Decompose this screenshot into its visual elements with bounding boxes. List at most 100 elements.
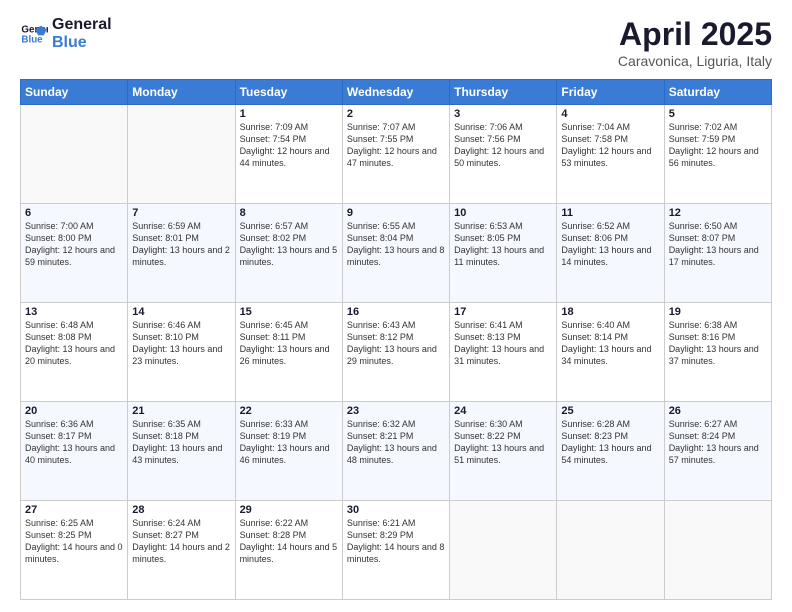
day-info-line: Sunrise: 6:35 AM bbox=[132, 418, 230, 430]
day-info-line: Daylight: 13 hours and 46 minutes. bbox=[240, 442, 338, 466]
day-info-line: Sunset: 8:14 PM bbox=[561, 331, 659, 343]
calendar-cell: 27Sunrise: 6:25 AMSunset: 8:25 PMDayligh… bbox=[21, 501, 128, 600]
day-number: 24 bbox=[454, 405, 552, 417]
day-info-line: Daylight: 13 hours and 5 minutes. bbox=[240, 244, 338, 268]
day-info-line: Sunset: 7:58 PM bbox=[561, 133, 659, 145]
day-info-line: Sunrise: 7:00 AM bbox=[25, 220, 123, 232]
day-info-line: Daylight: 12 hours and 50 minutes. bbox=[454, 145, 552, 169]
calendar-cell: 4Sunrise: 7:04 AMSunset: 7:58 PMDaylight… bbox=[557, 105, 664, 204]
day-info-line: Sunset: 8:05 PM bbox=[454, 232, 552, 244]
day-info-line: Sunset: 8:17 PM bbox=[25, 430, 123, 442]
calendar-cell: 29Sunrise: 6:22 AMSunset: 8:28 PMDayligh… bbox=[235, 501, 342, 600]
calendar-cell: 12Sunrise: 6:50 AMSunset: 8:07 PMDayligh… bbox=[664, 204, 771, 303]
day-info-line: Sunrise: 6:22 AM bbox=[240, 517, 338, 529]
calendar-header-saturday: Saturday bbox=[664, 80, 771, 105]
day-info-line: Sunset: 8:25 PM bbox=[25, 529, 123, 541]
calendar-cell bbox=[557, 501, 664, 600]
calendar-title: April 2025 bbox=[618, 16, 772, 53]
day-number: 16 bbox=[347, 306, 445, 318]
calendar-cell bbox=[450, 501, 557, 600]
calendar-cell: 23Sunrise: 6:32 AMSunset: 8:21 PMDayligh… bbox=[342, 402, 449, 501]
calendar-cell: 7Sunrise: 6:59 AMSunset: 8:01 PMDaylight… bbox=[128, 204, 235, 303]
day-info-line: Sunset: 8:23 PM bbox=[561, 430, 659, 442]
calendar-header-friday: Friday bbox=[557, 80, 664, 105]
day-info-line: Sunset: 7:55 PM bbox=[347, 133, 445, 145]
calendar-cell: 18Sunrise: 6:40 AMSunset: 8:14 PMDayligh… bbox=[557, 303, 664, 402]
calendar-header-row: SundayMondayTuesdayWednesdayThursdayFrid… bbox=[21, 80, 772, 105]
calendar-cell: 24Sunrise: 6:30 AMSunset: 8:22 PMDayligh… bbox=[450, 402, 557, 501]
day-info-line: Sunrise: 6:24 AM bbox=[132, 517, 230, 529]
page: General Blue General Blue April 2025 Car… bbox=[0, 0, 792, 612]
day-info-line: Daylight: 12 hours and 44 minutes. bbox=[240, 145, 338, 169]
calendar-cell: 10Sunrise: 6:53 AMSunset: 8:05 PMDayligh… bbox=[450, 204, 557, 303]
day-info-line: Daylight: 13 hours and 29 minutes. bbox=[347, 343, 445, 367]
day-info-line: Sunrise: 6:46 AM bbox=[132, 319, 230, 331]
day-info-line: Sunset: 8:27 PM bbox=[132, 529, 230, 541]
calendar-cell: 9Sunrise: 6:55 AMSunset: 8:04 PMDaylight… bbox=[342, 204, 449, 303]
day-info-line: Sunrise: 7:09 AM bbox=[240, 121, 338, 133]
calendar-cell: 19Sunrise: 6:38 AMSunset: 8:16 PMDayligh… bbox=[664, 303, 771, 402]
calendar-cell: 3Sunrise: 7:06 AMSunset: 7:56 PMDaylight… bbox=[450, 105, 557, 204]
day-info-line: Sunset: 8:08 PM bbox=[25, 331, 123, 343]
calendar-cell: 14Sunrise: 6:46 AMSunset: 8:10 PMDayligh… bbox=[128, 303, 235, 402]
day-info-line: Daylight: 12 hours and 53 minutes. bbox=[561, 145, 659, 169]
day-number: 3 bbox=[454, 108, 552, 120]
day-info-line: Sunrise: 7:02 AM bbox=[669, 121, 767, 133]
day-number: 11 bbox=[561, 207, 659, 219]
day-info-line: Sunset: 8:11 PM bbox=[240, 331, 338, 343]
day-info-line: Sunset: 8:12 PM bbox=[347, 331, 445, 343]
day-info-line: Sunset: 8:22 PM bbox=[454, 430, 552, 442]
title-block: April 2025 Caravonica, Liguria, Italy bbox=[618, 16, 772, 69]
day-info-line: Daylight: 13 hours and 11 minutes. bbox=[454, 244, 552, 268]
day-info-line: Sunset: 8:18 PM bbox=[132, 430, 230, 442]
day-info-line: Daylight: 14 hours and 8 minutes. bbox=[347, 541, 445, 565]
day-info-line: Daylight: 13 hours and 54 minutes. bbox=[561, 442, 659, 466]
calendar-cell: 1Sunrise: 7:09 AMSunset: 7:54 PMDaylight… bbox=[235, 105, 342, 204]
day-number: 19 bbox=[669, 306, 767, 318]
calendar-cell: 5Sunrise: 7:02 AMSunset: 7:59 PMDaylight… bbox=[664, 105, 771, 204]
svg-text:Blue: Blue bbox=[21, 34, 43, 45]
day-info-line: Sunrise: 6:33 AM bbox=[240, 418, 338, 430]
day-info-line: Sunset: 8:21 PM bbox=[347, 430, 445, 442]
calendar-table: SundayMondayTuesdayWednesdayThursdayFrid… bbox=[20, 79, 772, 600]
calendar-cell: 16Sunrise: 6:43 AMSunset: 8:12 PMDayligh… bbox=[342, 303, 449, 402]
day-info-line: Daylight: 13 hours and 26 minutes. bbox=[240, 343, 338, 367]
day-info-line: Daylight: 13 hours and 34 minutes. bbox=[561, 343, 659, 367]
day-info-line: Daylight: 13 hours and 57 minutes. bbox=[669, 442, 767, 466]
day-info-line: Daylight: 12 hours and 56 minutes. bbox=[669, 145, 767, 169]
calendar-week-row: 27Sunrise: 6:25 AMSunset: 8:25 PMDayligh… bbox=[21, 501, 772, 600]
day-number: 17 bbox=[454, 306, 552, 318]
day-info-line: Daylight: 13 hours and 20 minutes. bbox=[25, 343, 123, 367]
day-info-line: Sunset: 8:19 PM bbox=[240, 430, 338, 442]
day-number: 4 bbox=[561, 108, 659, 120]
day-number: 12 bbox=[669, 207, 767, 219]
calendar-header-sunday: Sunday bbox=[21, 80, 128, 105]
day-info-line: Sunrise: 6:45 AM bbox=[240, 319, 338, 331]
day-info-line: Sunrise: 7:04 AM bbox=[561, 121, 659, 133]
calendar-header-monday: Monday bbox=[128, 80, 235, 105]
calendar-cell: 17Sunrise: 6:41 AMSunset: 8:13 PMDayligh… bbox=[450, 303, 557, 402]
logo-line2: Blue bbox=[52, 34, 112, 52]
day-number: 27 bbox=[25, 504, 123, 516]
day-number: 2 bbox=[347, 108, 445, 120]
calendar-cell: 28Sunrise: 6:24 AMSunset: 8:27 PMDayligh… bbox=[128, 501, 235, 600]
day-number: 8 bbox=[240, 207, 338, 219]
day-info-line: Sunset: 8:01 PM bbox=[132, 232, 230, 244]
day-info-line: Sunrise: 6:27 AM bbox=[669, 418, 767, 430]
calendar-cell: 8Sunrise: 6:57 AMSunset: 8:02 PMDaylight… bbox=[235, 204, 342, 303]
day-info-line: Sunset: 8:02 PM bbox=[240, 232, 338, 244]
calendar-cell: 11Sunrise: 6:52 AMSunset: 8:06 PMDayligh… bbox=[557, 204, 664, 303]
day-number: 20 bbox=[25, 405, 123, 417]
day-number: 22 bbox=[240, 405, 338, 417]
day-info-line: Sunrise: 6:52 AM bbox=[561, 220, 659, 232]
day-info-line: Sunrise: 6:50 AM bbox=[669, 220, 767, 232]
day-info-line: Sunrise: 6:41 AM bbox=[454, 319, 552, 331]
day-info-line: Sunrise: 6:38 AM bbox=[669, 319, 767, 331]
calendar-week-row: 20Sunrise: 6:36 AMSunset: 8:17 PMDayligh… bbox=[21, 402, 772, 501]
day-info-line: Sunrise: 6:28 AM bbox=[561, 418, 659, 430]
day-info-line: Sunrise: 6:55 AM bbox=[347, 220, 445, 232]
day-info-line: Sunset: 8:00 PM bbox=[25, 232, 123, 244]
day-number: 15 bbox=[240, 306, 338, 318]
day-number: 30 bbox=[347, 504, 445, 516]
day-info-line: Daylight: 14 hours and 0 minutes. bbox=[25, 541, 123, 565]
